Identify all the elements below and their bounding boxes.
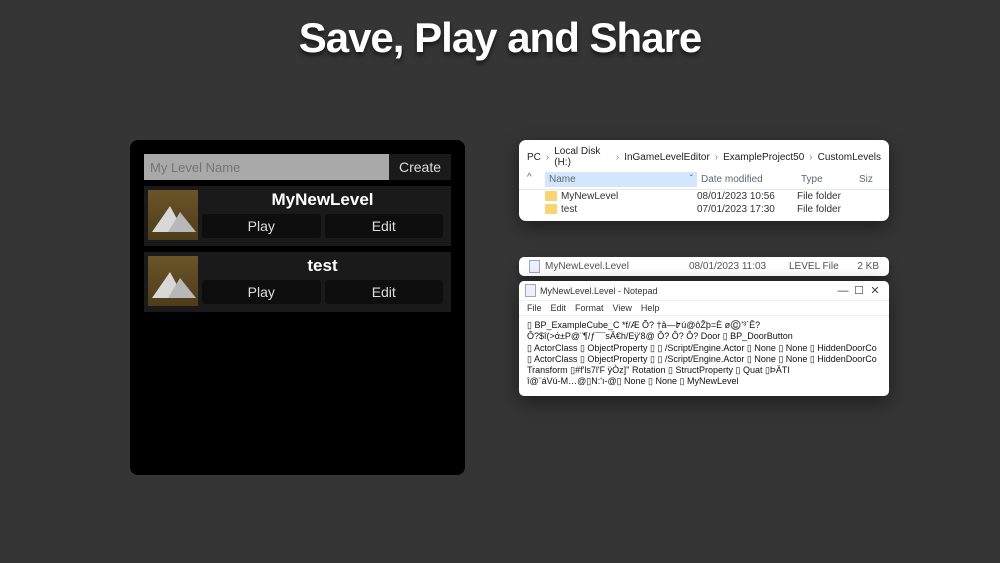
file-type: File folder [797, 191, 857, 202]
text-line: Ô?$î(>ά±P@¨¶/ƒ¯¯sÄ€h/Eÿ'8@ Ô? Ô? Ô? Door… [527, 331, 881, 342]
level-name-label: MyNewLevel [198, 190, 447, 214]
menu-format[interactable]: Format [575, 303, 604, 313]
menu-help[interactable]: Help [641, 303, 660, 313]
text-line: î@¨áVú-M…@▯N:'ı-@▯ None ▯ None ▯ MyNewLe… [527, 376, 881, 387]
file-icon [529, 260, 540, 273]
file-date: 08/01/2023 10:56 [697, 191, 797, 202]
level-card: MyNewLevel Play Edit [144, 186, 451, 246]
chevron-right-icon: › [616, 152, 619, 163]
chevron-right-icon: › [546, 152, 549, 163]
explorer-column-header[interactable]: ^ Name ˇ Date modified Type Siz [519, 170, 889, 190]
breadcrumb[interactable]: PC› Local Disk (H:)› InGameLevelEditor› … [519, 140, 889, 170]
level-thumbnail-icon [148, 190, 198, 240]
breadcrumb-item[interactable]: PC [527, 152, 541, 163]
file-date: 08/01/2023 11:03 [689, 261, 789, 272]
page-title: Save, Play and Share [0, 14, 1000, 62]
level-name-input[interactable] [144, 154, 389, 180]
menu-file[interactable]: File [527, 303, 542, 313]
folder-icon [545, 204, 557, 214]
file-name: MyNewLevel [561, 191, 618, 202]
menu-edit[interactable]: Edit [551, 303, 567, 313]
breadcrumb-item[interactable]: Local Disk (H:) [554, 146, 611, 168]
play-button[interactable]: Play [202, 214, 321, 238]
notepad-text-area[interactable]: ▯ BP_ExampleCube_C *f/Æ Õ? †â—߈ú@ôŽþ=È ø… [519, 316, 889, 396]
file-type: LEVEL File [789, 261, 849, 272]
edit-button[interactable]: Edit [325, 214, 444, 238]
column-type[interactable]: Type [797, 172, 857, 187]
text-line: Transform ▯#f'ls7l'F ÿÒz]'' Rotation ▯ S… [527, 365, 881, 376]
breadcrumb-item[interactable]: ExampleProject50 [723, 152, 804, 163]
menu-view[interactable]: View [613, 303, 632, 313]
column-size[interactable]: Siz [857, 172, 881, 187]
file-list-row[interactable]: MyNewLevel.Level 08/01/2023 11:03 LEVEL … [519, 257, 889, 276]
text-line: ▯ ActorClass ▯ ObjectProperty ▯ ▯ /Scrip… [527, 354, 881, 365]
close-icon[interactable]: ✕ [867, 284, 883, 297]
level-name-label: test [198, 256, 447, 280]
window-titlebar[interactable]: MyNewLevel.Level - Notepad — ☐ ✕ [519, 281, 889, 301]
window-title: MyNewLevel.Level - Notepad [540, 286, 835, 296]
level-editor-panel: Create MyNewLevel Play Edit test Play Ed… [130, 140, 465, 475]
sort-indicator-icon: ˇ [690, 174, 693, 185]
play-button[interactable]: Play [202, 280, 321, 304]
chevron-right-icon: › [715, 152, 718, 163]
file-size: 2 KB [849, 261, 879, 272]
edit-button[interactable]: Edit [325, 280, 444, 304]
column-date[interactable]: Date modified [697, 172, 797, 187]
chevron-right-icon: › [809, 152, 812, 163]
breadcrumb-item[interactable]: InGameLevelEditor [624, 152, 710, 163]
file-explorer-window: PC› Local Disk (H:)› InGameLevelEditor› … [519, 140, 889, 221]
up-arrow-icon[interactable]: ^ [527, 172, 545, 187]
notepad-window: MyNewLevel.Level - Notepad — ☐ ✕ File Ed… [519, 281, 889, 396]
folder-icon [545, 191, 557, 201]
text-line: ▯ ActorClass ▯ ObjectProperty ▯ ▯ /Scrip… [527, 343, 881, 354]
maximize-icon[interactable]: ☐ [851, 284, 867, 297]
level-thumbnail-icon [148, 256, 198, 306]
minimize-icon[interactable]: — [835, 285, 851, 297]
file-name: test [561, 204, 577, 215]
file-name: MyNewLevel.Level [545, 261, 689, 272]
notepad-menu[interactable]: File Edit Format View Help [519, 301, 889, 316]
explorer-row[interactable]: MyNewLevel 08/01/2023 10:56 File folder [519, 190, 889, 203]
level-card: test Play Edit [144, 252, 451, 312]
create-button[interactable]: Create [389, 154, 451, 180]
breadcrumb-item[interactable]: CustomLevels [818, 152, 881, 163]
file-date: 07/01/2023 17:30 [697, 204, 797, 215]
text-line: ▯ BP_ExampleCube_C *f/Æ Õ? †â—߈ú@ôŽþ=È ø… [527, 320, 881, 331]
file-icon [525, 284, 536, 297]
explorer-row[interactable]: test 07/01/2023 17:30 File folder [519, 203, 889, 221]
file-type: File folder [797, 204, 857, 215]
column-name[interactable]: Name [549, 174, 576, 185]
